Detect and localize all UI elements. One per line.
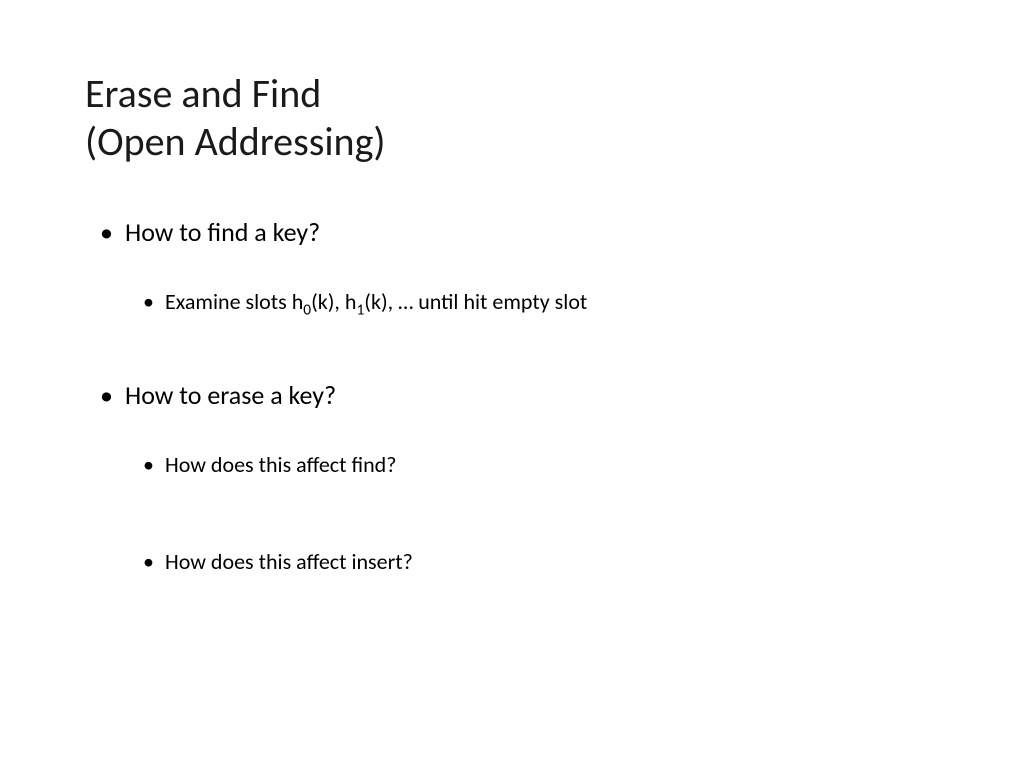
bullet-affect-insert: How does this affect insert? [145, 548, 939, 575]
bullet-erase-key: How to erase a key? [105, 379, 939, 411]
slide-title: Erase and Find (Open Addressing) [85, 70, 939, 166]
title-line-2: (Open Addressing) [85, 117, 386, 166]
title-line-1: Erase and Find [85, 69, 321, 118]
bullet-affect-find: How does this affect find? [145, 451, 939, 478]
bullet-examine-slots: Examine slots h0(k), h1(k), … until hit … [145, 288, 939, 319]
bullet-find-key: How to find a key? [105, 216, 939, 248]
